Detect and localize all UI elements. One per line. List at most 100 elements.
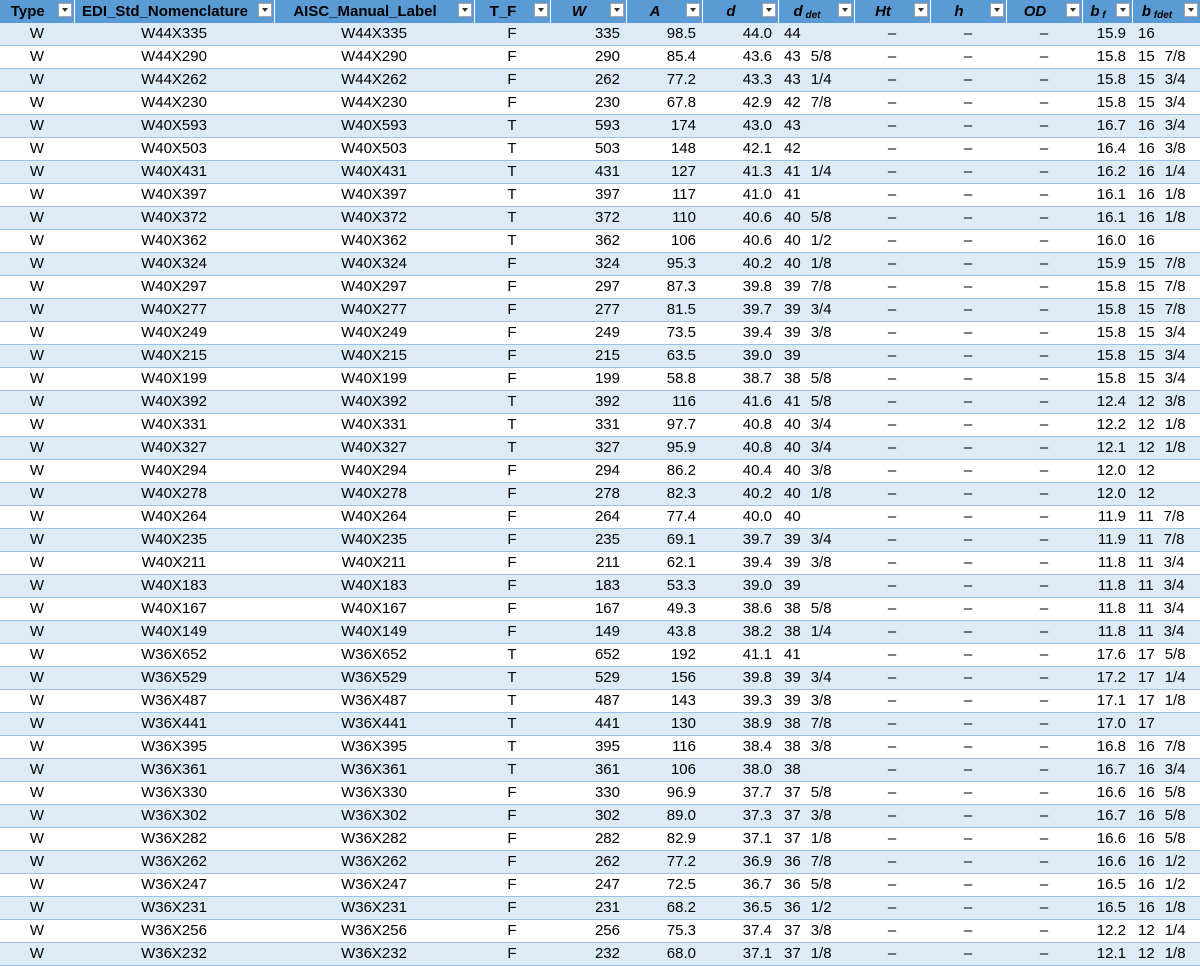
cell-t-f[interactable]: F — [474, 367, 550, 391]
cell-a[interactable]: 97.7 — [626, 413, 702, 437]
cell-od[interactable]: – — [1006, 528, 1082, 552]
cell-d-det[interactable]: 37 1/8 — [778, 942, 854, 966]
cell-od[interactable]: – — [1006, 850, 1082, 874]
cell-ht[interactable]: – — [854, 620, 930, 644]
cell-od[interactable]: – — [1006, 689, 1082, 713]
cell-aisc-label[interactable]: W36X487 — [274, 689, 474, 713]
cell-type[interactable]: W — [0, 781, 74, 805]
cell-edi-nomenclature[interactable]: W40X362 — [74, 229, 274, 253]
cell-ht[interactable]: – — [854, 413, 930, 437]
cell-aisc-label[interactable]: W36X231 — [274, 896, 474, 920]
cell-a[interactable]: 58.8 — [626, 367, 702, 391]
cell-aisc-label[interactable]: W40X215 — [274, 344, 474, 368]
cell-w[interactable]: 282 — [550, 827, 626, 851]
cell-h[interactable]: – — [930, 804, 1006, 828]
cell-type[interactable]: W — [0, 712, 74, 736]
cell-od[interactable]: – — [1006, 344, 1082, 368]
cell-type[interactable]: W — [0, 160, 74, 184]
cell-aisc-label[interactable]: W40X211 — [274, 551, 474, 575]
cell-type[interactable]: W — [0, 367, 74, 391]
cell-od[interactable]: – — [1006, 114, 1082, 138]
cell-h[interactable]: – — [930, 229, 1006, 253]
cell-bf-det[interactable]: 16 1/8 — [1132, 896, 1200, 920]
cell-w[interactable]: 149 — [550, 620, 626, 644]
cell-ht[interactable]: – — [854, 528, 930, 552]
cell-aisc-label[interactable]: W36X262 — [274, 850, 474, 874]
cell-edi-nomenclature[interactable]: W40X327 — [74, 436, 274, 460]
cell-bf[interactable]: 16.0 — [1082, 229, 1132, 253]
cell-d[interactable]: 41.3 — [702, 160, 778, 184]
cell-bf-det[interactable]: 16 3/4 — [1132, 758, 1200, 782]
cell-ht[interactable]: – — [854, 505, 930, 529]
cell-bf[interactable]: 15.8 — [1082, 45, 1132, 69]
cell-bf-det[interactable]: 12 1/8 — [1132, 413, 1200, 437]
filter-dropdown-icon[interactable] — [1115, 3, 1130, 17]
cell-aisc-label[interactable]: W40X264 — [274, 505, 474, 529]
cell-a[interactable]: 117 — [626, 183, 702, 207]
cell-edi-nomenclature[interactable]: W40X183 — [74, 574, 274, 598]
cell-t-f[interactable]: T — [474, 160, 550, 184]
cell-a[interactable]: 68.0 — [626, 942, 702, 966]
cell-ht[interactable]: – — [854, 229, 930, 253]
cell-t-f[interactable]: F — [474, 574, 550, 598]
cell-bf-det[interactable]: 15 3/4 — [1132, 68, 1200, 92]
filter-dropdown-icon[interactable] — [685, 3, 700, 17]
cell-w[interactable]: 230 — [550, 91, 626, 115]
cell-bf-det[interactable]: 11 3/4 — [1132, 620, 1200, 644]
cell-bf[interactable]: 16.7 — [1082, 114, 1132, 138]
cell-type[interactable]: W — [0, 689, 74, 713]
cell-t-f[interactable]: T — [474, 413, 550, 437]
cell-bf[interactable]: 16.5 — [1082, 896, 1132, 920]
cell-t-f[interactable]: F — [474, 23, 550, 46]
cell-bf-det[interactable]: 16 — [1132, 229, 1200, 253]
cell-od[interactable]: – — [1006, 804, 1082, 828]
cell-aisc-label[interactable]: W36X529 — [274, 666, 474, 690]
cell-w[interactable]: 262 — [550, 850, 626, 874]
cell-edi-nomenclature[interactable]: W36X282 — [74, 827, 274, 851]
cell-d-det[interactable]: 43 — [778, 114, 854, 138]
cell-aisc-label[interactable]: W40X503 — [274, 137, 474, 161]
cell-d[interactable]: 43.3 — [702, 68, 778, 92]
cell-od[interactable]: – — [1006, 735, 1082, 759]
cell-a[interactable]: 127 — [626, 160, 702, 184]
cell-bf[interactable]: 12.2 — [1082, 919, 1132, 943]
cell-bf-det[interactable]: 15 3/4 — [1132, 91, 1200, 115]
cell-h[interactable]: – — [930, 689, 1006, 713]
cell-ht[interactable]: – — [854, 827, 930, 851]
cell-od[interactable]: – — [1006, 91, 1082, 115]
cell-od[interactable]: – — [1006, 597, 1082, 621]
cell-bf[interactable]: 16.7 — [1082, 804, 1132, 828]
cell-d-det[interactable]: 40 1/2 — [778, 229, 854, 253]
cell-bf[interactable]: 16.4 — [1082, 137, 1132, 161]
cell-d[interactable]: 40.8 — [702, 436, 778, 460]
cell-t-f[interactable]: F — [474, 896, 550, 920]
cell-ht[interactable]: – — [854, 23, 930, 46]
cell-bf[interactable]: 15.8 — [1082, 91, 1132, 115]
cell-bf[interactable]: 16.1 — [1082, 183, 1132, 207]
filter-dropdown-icon[interactable] — [609, 3, 624, 17]
cell-a[interactable]: 192 — [626, 643, 702, 667]
cell-d[interactable]: 39.0 — [702, 574, 778, 598]
cell-d-det[interactable]: 41 1/4 — [778, 160, 854, 184]
cell-t-f[interactable]: F — [474, 850, 550, 874]
cell-bf[interactable]: 12.4 — [1082, 390, 1132, 414]
cell-type[interactable]: W — [0, 68, 74, 92]
cell-t-f[interactable]: T — [474, 436, 550, 460]
cell-d-det[interactable]: 41 5/8 — [778, 390, 854, 414]
cell-a[interactable]: 73.5 — [626, 321, 702, 345]
cell-ht[interactable]: – — [854, 68, 930, 92]
cell-ht[interactable]: – — [854, 942, 930, 966]
cell-w[interactable]: 327 — [550, 436, 626, 460]
cell-w[interactable]: 331 — [550, 413, 626, 437]
cell-bf[interactable]: 17.1 — [1082, 689, 1132, 713]
filter-dropdown-icon[interactable] — [457, 3, 472, 17]
cell-d[interactable]: 37.7 — [702, 781, 778, 805]
cell-bf[interactable]: 16.6 — [1082, 781, 1132, 805]
cell-d-det[interactable]: 36 1/2 — [778, 896, 854, 920]
cell-edi-nomenclature[interactable]: W36X302 — [74, 804, 274, 828]
cell-d[interactable]: 36.9 — [702, 850, 778, 874]
cell-t-f[interactable]: F — [474, 919, 550, 943]
cell-h[interactable]: – — [930, 597, 1006, 621]
cell-d-det[interactable]: 41 — [778, 183, 854, 207]
cell-od[interactable]: – — [1006, 298, 1082, 322]
